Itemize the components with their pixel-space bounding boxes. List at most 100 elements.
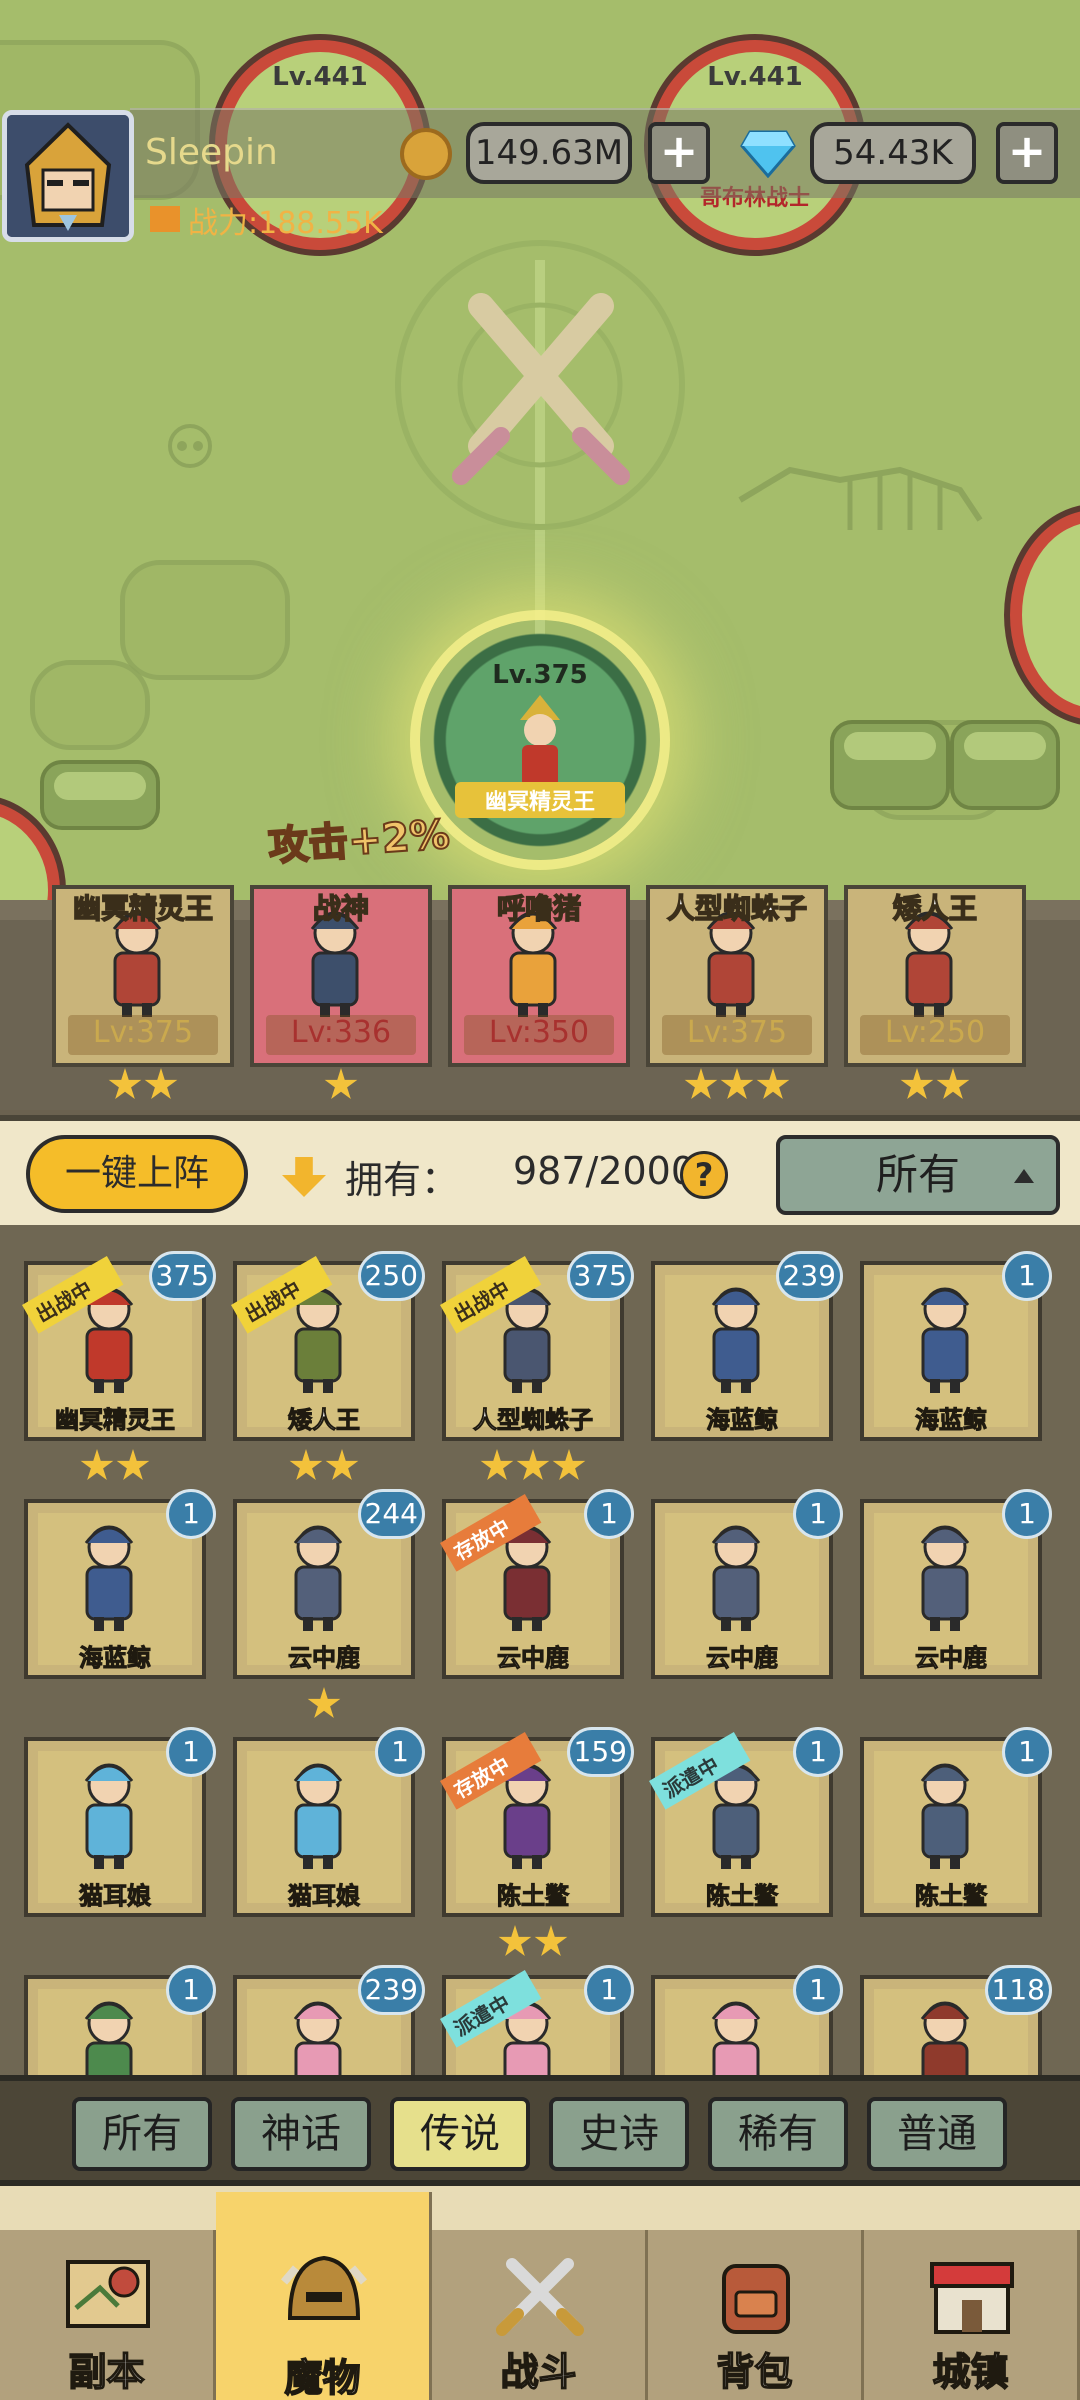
level-badge: 118 bbox=[984, 1965, 1052, 2015]
help-icon[interactable]: ? bbox=[680, 1151, 728, 1199]
monster-roster[interactable]: 幽冥精灵王 375 出战中 矮人王 250 出战中 人型蜘蛛子 375 出战中 海蓝鲸 239 海蓝鲸… bbox=[0, 1225, 1080, 2075]
level-badge: 375 bbox=[148, 1251, 216, 1301]
level-badge: 239 bbox=[775, 1251, 843, 1301]
star-icon bbox=[756, 1068, 790, 1099]
nav-tab[interactable]: 城镇 bbox=[864, 2230, 1080, 2400]
level-badge: 250 bbox=[357, 1251, 425, 1301]
rarity-tab[interactable]: 史诗 bbox=[549, 2097, 689, 2171]
monster-figure bbox=[84, 1525, 134, 1631]
nav-tab-label: 魔物 bbox=[284, 2355, 362, 2400]
enemy-level: Lv.441 bbox=[707, 62, 803, 92]
combat-power: 战力:188.55K bbox=[188, 206, 383, 241]
monster-card[interactable]: 1 bbox=[24, 1965, 216, 2075]
monster-card[interactable]: 猫耳娘 1 bbox=[24, 1727, 216, 1917]
rarity-tab[interactable]: 普通 bbox=[867, 2097, 1007, 2171]
dragon-skeleton-icon bbox=[738, 466, 983, 530]
star-rating bbox=[107, 1068, 179, 1104]
map-terrain bbox=[30, 660, 150, 750]
battle-emblem bbox=[395, 240, 685, 530]
team-slot[interactable]: 人型蜘蛛子 Lv:375 bbox=[646, 885, 828, 1067]
monster-card[interactable]: 幽冥精灵王 375 出战中 bbox=[22, 1251, 216, 1441]
monster-card[interactable]: 海蓝鲸 1 bbox=[24, 1489, 216, 1679]
monster-card[interactable]: 陈土鳖 1 派遣中 bbox=[649, 1727, 843, 1917]
gold-coin-icon bbox=[400, 128, 452, 180]
rarity-filter-bar: 所有 神话 传说 史诗 稀有 普通 bbox=[0, 2075, 1080, 2180]
star-icon bbox=[720, 1068, 754, 1099]
rarity-tab[interactable]: 传说 bbox=[390, 2097, 530, 2171]
monster-name: 海蓝鲸 bbox=[79, 1644, 152, 1673]
team-slot-name: 矮人王 bbox=[892, 891, 978, 926]
team-slot-name: 战神 bbox=[312, 891, 370, 926]
monster-card[interactable]: 1 派遣中 bbox=[440, 1965, 634, 2075]
rarity-tab[interactable]: 所有 bbox=[72, 2097, 212, 2171]
monster-name: 陈土鳖 bbox=[706, 1882, 779, 1911]
roster-toolbar: 一键上阵 拥有： 987/2000 ? 所有 bbox=[0, 1115, 1080, 1225]
rarity-tab[interactable]: 神话 bbox=[231, 2097, 371, 2171]
current-stage-node[interactable]: Lv.375 幽冥精灵王 bbox=[420, 620, 660, 860]
level-badge: 1 bbox=[166, 1489, 216, 1539]
team-slot-level: Lv:336 bbox=[266, 1015, 416, 1055]
team-slot-level: Lv:350 bbox=[464, 1015, 614, 1055]
team-slot[interactable]: 矮人王 Lv:250 bbox=[844, 885, 1026, 1067]
team-slot[interactable]: 幽冥精灵王 Lv:375 bbox=[52, 885, 234, 1067]
monster-card[interactable]: 陈土鳖 159 存放中 bbox=[440, 1727, 634, 1917]
filter-dropdown[interactable]: 所有 bbox=[776, 1135, 1060, 1215]
level-badge: 1 bbox=[584, 1965, 634, 2015]
nav-tab-label: 背包 bbox=[716, 2349, 794, 2395]
monster-card[interactable]: 人型蜘蛛子 375 出战中 bbox=[440, 1251, 634, 1441]
nav-tab[interactable]: 魔物 bbox=[216, 2192, 432, 2400]
star-icon bbox=[144, 1068, 178, 1099]
monster-card[interactable]: 云中鹿 1 bbox=[860, 1489, 1052, 1679]
deploy-all-button[interactable]: 一键上阵 bbox=[26, 1135, 248, 1213]
nav-tab[interactable]: 背包 bbox=[648, 2230, 864, 2400]
monster-card[interactable]: 海蓝鲸 1 bbox=[860, 1251, 1052, 1441]
monster-card[interactable]: 239 bbox=[233, 1965, 425, 2075]
level-badge: 244 bbox=[357, 1489, 425, 1539]
monster-card[interactable]: 云中鹿 1 bbox=[651, 1489, 843, 1679]
monster-card[interactable]: 118 bbox=[860, 1965, 1052, 2075]
level-badge: 1 bbox=[1002, 1727, 1052, 1777]
monster-name: 猫耳娘 bbox=[288, 1882, 361, 1911]
monster-card[interactable]: 海蓝鲸 239 bbox=[651, 1251, 843, 1441]
gem-amount: 54.43K bbox=[810, 122, 976, 184]
monster-card[interactable]: 1 bbox=[651, 1965, 843, 2075]
monster-card[interactable]: 云中鹿 1 存放中 bbox=[440, 1489, 634, 1679]
level-badge: 1 bbox=[166, 1965, 216, 2015]
monster-card[interactable]: 陈土鳖 1 bbox=[860, 1727, 1052, 1917]
chevron-up-icon bbox=[1014, 1169, 1034, 1183]
team-slot-name: 人型蜘蛛子 bbox=[666, 891, 808, 926]
team-slot[interactable]: 战神 Lv:336 bbox=[250, 885, 432, 1067]
monster-name: 海蓝鲸 bbox=[915, 1406, 988, 1435]
star-rating bbox=[306, 1687, 342, 1723]
add-gems-button[interactable]: + bbox=[996, 122, 1058, 184]
monster-name: 人型蜘蛛子 bbox=[473, 1406, 594, 1435]
star-icon bbox=[480, 1449, 514, 1480]
level-badge: 1 bbox=[584, 1489, 634, 1539]
star-icon bbox=[552, 1449, 586, 1480]
star-icon bbox=[936, 1068, 970, 1099]
bottom-navigation: 副本 魔物 战斗 背包 城镇 bbox=[0, 2180, 1080, 2400]
nav-tab[interactable]: 战斗 bbox=[432, 2230, 648, 2400]
level-badge: 1 bbox=[793, 1489, 843, 1539]
monster-figure bbox=[293, 1525, 343, 1631]
monster-card[interactable]: 矮人王 250 出战中 bbox=[231, 1251, 425, 1441]
rarity-tab[interactable]: 稀有 bbox=[708, 2097, 848, 2171]
monster-card[interactable]: 云中鹿 244 bbox=[233, 1489, 425, 1679]
star-icon bbox=[684, 1068, 718, 1099]
level-badge: 239 bbox=[357, 1965, 425, 2015]
star-icon bbox=[324, 1068, 358, 1099]
rock bbox=[40, 760, 160, 830]
enemy-node[interactable] bbox=[1010, 510, 1080, 720]
monster-card[interactable]: 猫耳娘 1 bbox=[233, 1727, 425, 1917]
star-rating bbox=[683, 1068, 791, 1104]
monster-figure bbox=[920, 1763, 970, 1869]
monster-name: 陈土鳖 bbox=[497, 1882, 570, 1911]
team-slot-level: Lv:375 bbox=[68, 1015, 218, 1055]
add-gold-button[interactable]: + bbox=[648, 122, 710, 184]
skull-icon bbox=[168, 424, 212, 468]
nav-tab[interactable]: 副本 bbox=[0, 2230, 216, 2400]
nav-tab-label: 城镇 bbox=[932, 2349, 1010, 2395]
player-avatar[interactable] bbox=[2, 110, 134, 242]
swords-icon bbox=[496, 2258, 584, 2336]
team-slot[interactable]: 呼噜猪 Lv:350 bbox=[448, 885, 630, 1067]
